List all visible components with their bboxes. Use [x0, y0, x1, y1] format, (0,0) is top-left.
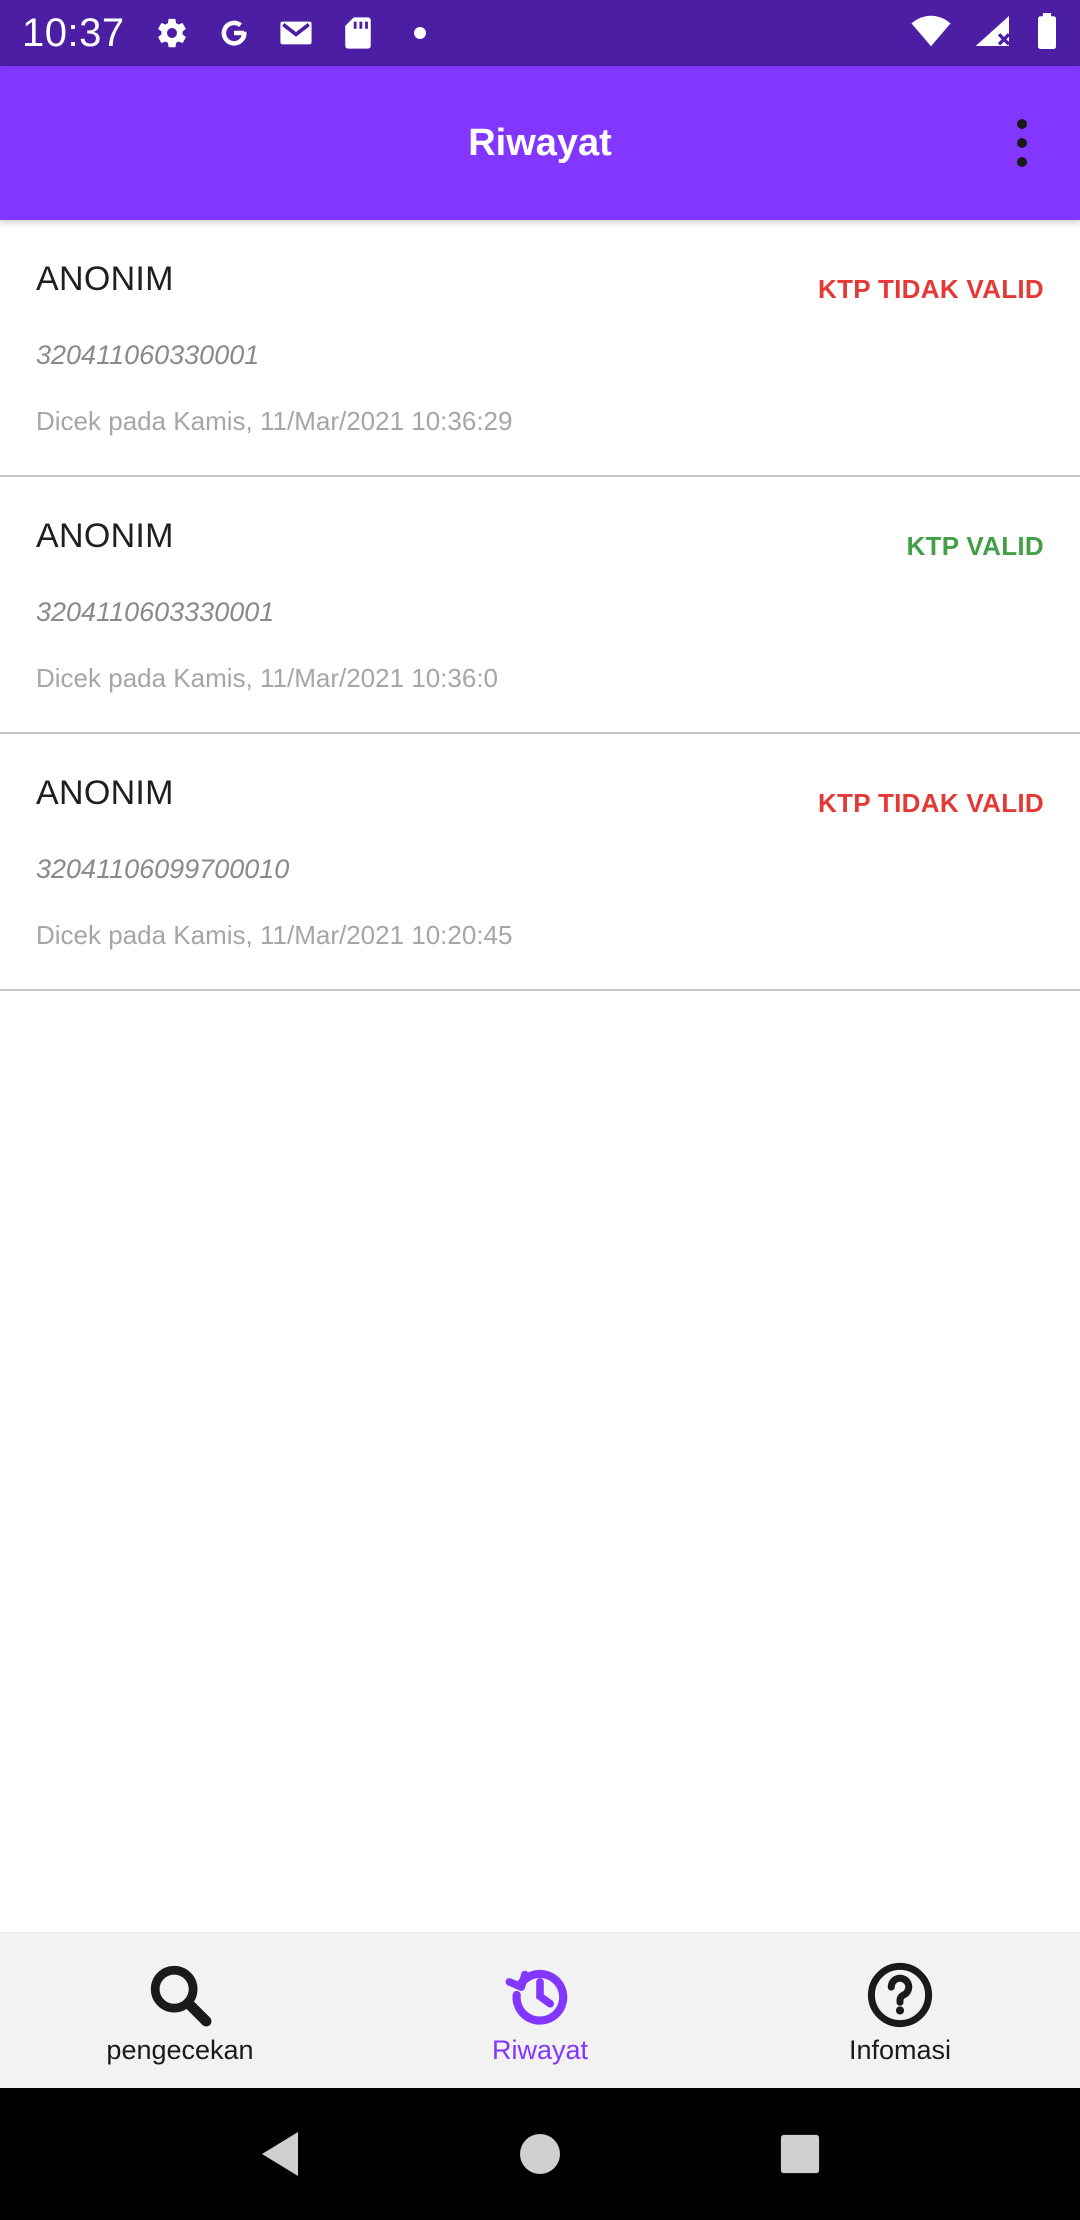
gmail-icon — [279, 16, 313, 50]
status-badge: KTP TIDAK VALID — [818, 274, 1044, 304]
status-badge: KTP VALID — [906, 531, 1044, 561]
item-nik: 320411060330001 — [36, 340, 260, 370]
battery-icon — [1036, 12, 1058, 54]
item-nik: 3204110603330001 — [36, 597, 275, 627]
wifi-icon — [910, 14, 952, 53]
google-icon — [217, 16, 251, 50]
dot-icon — [403, 16, 437, 50]
help-circle-icon — [864, 1959, 936, 2031]
status-time: 10:37 — [22, 10, 125, 55]
bottom-nav: pengecekan Riwayat Infomasi — [0, 1932, 1080, 2088]
nav-label: pengecekan — [106, 2035, 254, 2065]
recents-icon[interactable] — [770, 2124, 830, 2184]
item-name: ANONIM — [36, 517, 174, 555]
settings-icon — [155, 16, 189, 50]
status-bar: 10:37 — [0, 0, 1080, 66]
nav-item-riwayat[interactable]: Riwayat — [360, 1933, 720, 2088]
status-badge: KTP TIDAK VALID — [818, 788, 1044, 818]
nav-item-infomasi[interactable]: Infomasi — [720, 1933, 1080, 2088]
system-nav — [0, 2088, 1080, 2220]
status-icons-right — [910, 12, 1058, 54]
screen: 10:37 Riwayat ANONIM KTP TIDAK VALID 320… — [0, 0, 1080, 2220]
list-item[interactable]: ANONIM KTP TIDAK VALID 320411060330001 D… — [0, 220, 1080, 477]
home-icon[interactable] — [510, 2124, 570, 2184]
back-icon[interactable] — [250, 2124, 310, 2184]
list-item[interactable]: ANONIM KTP VALID 3204110603330001 Dicek … — [0, 477, 1080, 734]
item-name: ANONIM — [36, 260, 174, 298]
list-item[interactable]: ANONIM KTP TIDAK VALID 32041106099700010… — [0, 734, 1080, 991]
status-icons-left — [155, 16, 437, 50]
item-checked-time: Dicek pada Kamis, 11/Mar/2021 10:36:29 — [36, 406, 513, 436]
item-name: ANONIM — [36, 774, 174, 812]
more-vert-icon[interactable] — [1002, 113, 1042, 173]
sd-card-icon — [341, 16, 375, 50]
history-icon — [504, 1959, 576, 2031]
search-icon — [144, 1959, 216, 2031]
app-bar: Riwayat — [0, 66, 1080, 220]
nav-label: Riwayat — [491, 2035, 589, 2065]
signal-icon — [974, 14, 1014, 53]
item-checked-time: Dicek pada Kamis, 11/Mar/2021 10:20:45 — [36, 920, 513, 950]
item-nik: 32041106099700010 — [36, 854, 290, 884]
page-title: Riwayat — [468, 121, 612, 164]
history-list: ANONIM KTP TIDAK VALID 320411060330001 D… — [0, 220, 1080, 991]
nav-label: Infomasi — [848, 2035, 952, 2065]
nav-item-pengecekan[interactable]: pengecekan — [0, 1933, 360, 2088]
item-checked-time: Dicek pada Kamis, 11/Mar/2021 10:36:0 — [36, 663, 499, 693]
